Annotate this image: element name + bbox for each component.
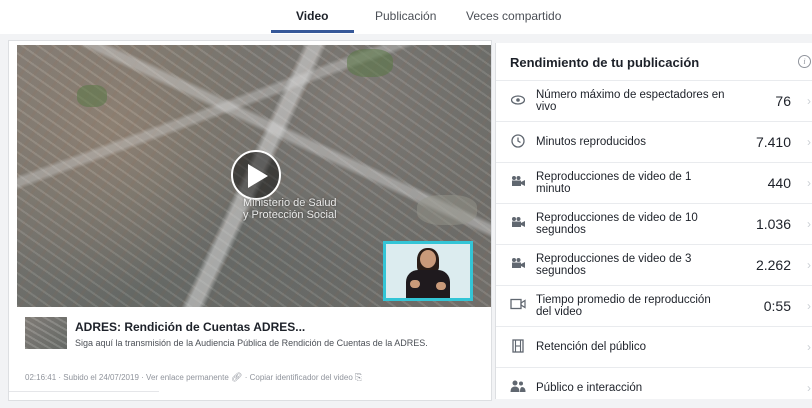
- metric-audience-retention[interactable]: Retención del público ›: [496, 327, 812, 368]
- map-block-area: [417, 195, 477, 225]
- play-button[interactable]: [231, 150, 281, 200]
- play-icon: [248, 164, 268, 188]
- info-icon[interactable]: i: [798, 55, 811, 68]
- chevron-right-icon: ›: [807, 381, 811, 395]
- metric-value: 0:55: [763, 298, 791, 314]
- upload-date: Subido el 24/07/2019: [63, 373, 139, 382]
- chevron-right-icon: ›: [807, 135, 811, 149]
- chevron-right-icon: ›: [807, 217, 811, 231]
- clock-icon: [510, 134, 526, 150]
- camera-icon: [510, 175, 526, 191]
- metric-average-watch-time[interactable]: Tiempo promedio de reproducción del vide…: [496, 286, 812, 327]
- map-park-area: [77, 85, 107, 107]
- performance-panel: Rendimiento de tu publicación i Número m…: [495, 43, 812, 399]
- performance-header: Rendimiento de tu publicación i: [496, 43, 812, 81]
- metric-peak-live-viewers[interactable]: Número máximo de espectadores en vivo 76…: [496, 81, 812, 122]
- interpreter-hand: [436, 282, 446, 290]
- permalink-link[interactable]: Ver enlace permanente: [146, 373, 229, 382]
- video-icon: [510, 298, 526, 314]
- chevron-right-icon: ›: [807, 299, 811, 313]
- eye-icon: [510, 93, 526, 109]
- metric-label: Público e interacción: [536, 382, 643, 394]
- divider: [9, 391, 159, 392]
- metric-label: Número máximo de espectadores en vivo: [536, 89, 725, 113]
- tab-veces-compartido[interactable]: Veces compartido: [466, 9, 561, 23]
- metric-label: Retención del público: [536, 341, 646, 353]
- map-park-area: [347, 49, 393, 77]
- chevron-right-icon: ›: [807, 258, 811, 272]
- people-icon: [510, 380, 526, 396]
- metric-label: Minutos reproducidos: [536, 136, 646, 148]
- metric-1-minute-views[interactable]: Reproducciones de video de 1 minuto 440 …: [496, 163, 812, 204]
- copy-video-id-link[interactable]: Copiar identificador del video: [250, 373, 353, 382]
- meta-separator: ·: [58, 373, 62, 382]
- tab-bar: Video Publicación Veces compartido: [0, 0, 812, 34]
- video-overlay-line2: y Protección Social: [243, 209, 337, 221]
- meta-separator: ·: [141, 373, 144, 382]
- metric-value: 2.262: [755, 257, 791, 273]
- video-player[interactable]: Ministerio de Salud y Protección Social: [17, 45, 491, 307]
- chevron-right-icon: ›: [807, 176, 811, 190]
- meta-separator: ·: [244, 373, 248, 382]
- metric-audience-engagement[interactable]: Público e interacción ›: [496, 368, 812, 408]
- metric-label: Reproducciones de video de 10 segundos: [536, 212, 698, 236]
- sign-language-interpreter-inset: [383, 241, 473, 301]
- video-overlay-text: Ministerio de Salud y Protección Social: [243, 197, 373, 221]
- metric-value: 76: [775, 93, 791, 109]
- interpreter-head: [420, 250, 436, 268]
- metric-label: Reproducciones de video de 3 segundos: [536, 253, 692, 277]
- metric-minutes-viewed[interactable]: Minutos reproducidos 7.410 ›: [496, 122, 812, 163]
- copy-icon[interactable]: ⎘: [355, 372, 362, 382]
- metric-10-second-views[interactable]: Reproducciones de video de 10 segundos 1…: [496, 204, 812, 245]
- metric-label: Reproducciones de video de 1 minuto: [536, 171, 692, 195]
- interpreter-hand: [410, 280, 420, 288]
- active-tab-indicator: [271, 30, 354, 33]
- metric-value: 1.036: [755, 216, 791, 232]
- camera-icon: [510, 216, 526, 232]
- metric-value: 7.410: [755, 134, 791, 150]
- video-title[interactable]: ADRES: Rendición de Cuentas ADRES...: [75, 320, 305, 334]
- chevron-right-icon: ›: [807, 94, 811, 108]
- video-duration: 02:16:41: [25, 373, 57, 382]
- video-thumbnail[interactable]: [25, 317, 67, 349]
- tab-video[interactable]: Video: [296, 9, 328, 23]
- metric-3-second-views[interactable]: Reproducciones de video de 3 segundos 2.…: [496, 245, 812, 286]
- metric-label: Tiempo promedio de reproducción del vide…: [536, 294, 711, 318]
- video-description: Siga aquí la transmisión de la Audiencia…: [75, 338, 428, 348]
- video-panel: Ministerio de Salud y Protección Social …: [8, 40, 492, 401]
- video-meta: 02:16:41 · Subido el 24/07/2019 · Ver en…: [25, 372, 362, 383]
- link-icon[interactable]: 🔗︎: [231, 372, 242, 382]
- video-info: ADRES: Rendición de Cuentas ADRES... Sig…: [25, 317, 485, 357]
- film-icon: [510, 339, 526, 355]
- metric-value: 440: [767, 175, 791, 191]
- video-overlay-line1: Ministerio de Salud: [243, 197, 337, 209]
- tab-publicacion[interactable]: Publicación: [375, 9, 436, 23]
- camera-icon: [510, 257, 526, 273]
- performance-title: Rendimiento de tu publicación: [510, 55, 700, 70]
- chevron-right-icon: ›: [807, 340, 811, 354]
